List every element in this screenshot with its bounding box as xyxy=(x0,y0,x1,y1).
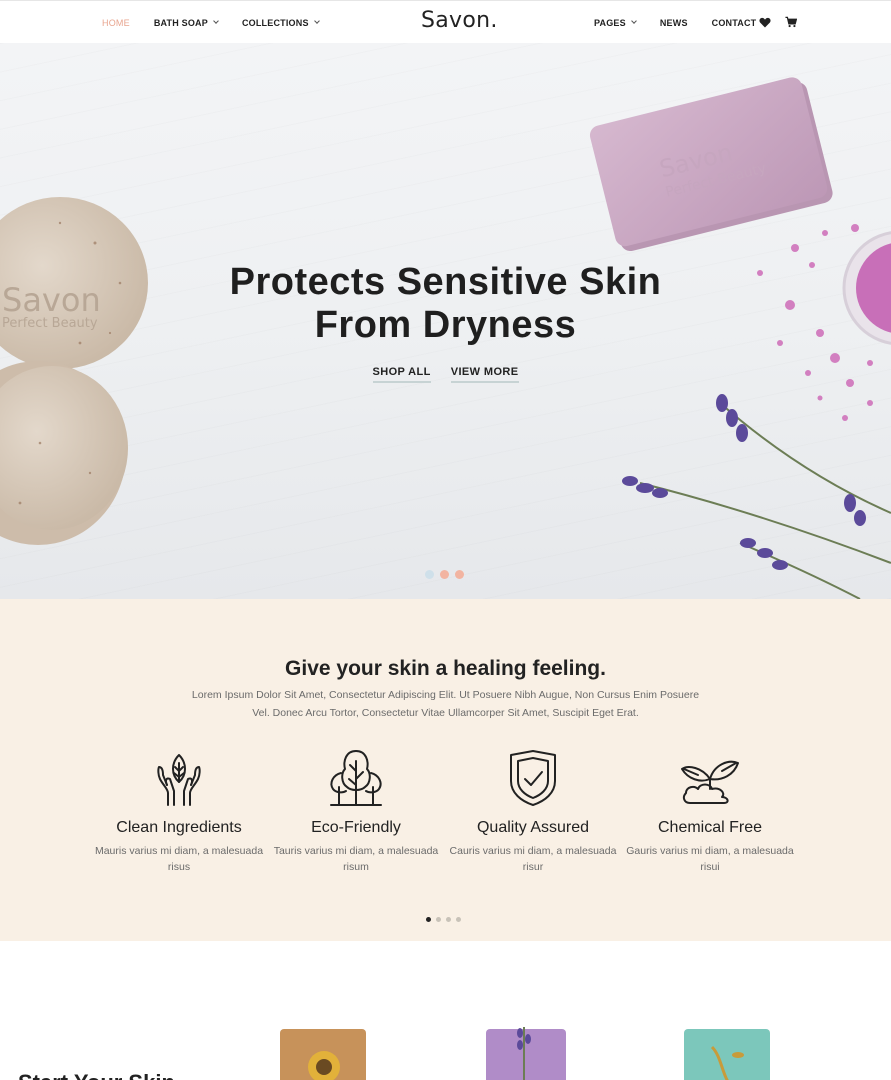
shield-check-icon xyxy=(510,750,556,806)
primary-nav-left: HOME BATH SOAP COLLECTIONS xyxy=(102,1,343,44)
chevron-down-icon xyxy=(631,18,637,24)
nav-collections[interactable]: COLLECTIONS xyxy=(241,17,320,28)
feature-text-line1: Tauris varius mi diam, a malesuada xyxy=(273,845,439,857)
feature-text-line1: Mauris varius mi diam, a malesuada xyxy=(94,845,264,857)
products-section: Start Your Skin xyxy=(0,941,891,1080)
shop-all-link[interactable]: SHOP ALL xyxy=(372,366,431,383)
nav-pages-label: PAGES xyxy=(594,17,626,28)
feature-text: Gauris varius mi diam, a malesuada risui xyxy=(622,843,798,875)
nav-contact[interactable]: CONTACT xyxy=(712,18,757,28)
hero-title-line1: Protects Sensitive Skin xyxy=(229,261,662,303)
mint-soap-image xyxy=(684,1029,770,1080)
feature-text-line2: risur xyxy=(522,861,544,873)
feature-text: Cauris varius mi diam, a malesuada risur xyxy=(445,843,621,875)
features-dot-2[interactable] xyxy=(436,917,441,922)
product-card[interactable] xyxy=(484,1025,576,1080)
feature-title: Quality Assured xyxy=(476,819,590,836)
feature-eco-friendly: Eco-Friendly Tauris varius mi diam, a ma… xyxy=(268,749,444,875)
features-section: Give your skin a healing feeling. Lorem … xyxy=(0,599,891,941)
feature-clean-ingredients: Clean Ingredients Mauris varius mi diam,… xyxy=(91,749,267,875)
features-dot-1[interactable] xyxy=(426,917,431,922)
heart-icon xyxy=(759,17,771,27)
lilac-soap-image: Savon Perfect Beauty xyxy=(589,77,833,252)
slider-pagination xyxy=(425,570,464,579)
features-dot-4[interactable] xyxy=(456,917,461,922)
slide-dot-2[interactable] xyxy=(440,570,449,579)
feature-text-line2: risui xyxy=(700,861,720,873)
site-logo[interactable]: Savon. xyxy=(421,8,498,33)
lavender-sprig-image xyxy=(622,394,891,599)
feature-text: Mauris varius mi diam, a malesuada risus xyxy=(91,843,267,875)
site-header: HOME BATH SOAP COLLECTIONS Savon. PAGES … xyxy=(0,0,891,43)
feature-text-line2: risus xyxy=(167,861,191,873)
feature-text-line1: Cauris varius mi diam, a malesuada xyxy=(449,845,617,857)
header-actions xyxy=(759,15,797,29)
trees-icon xyxy=(330,750,382,806)
chevron-down-icon xyxy=(213,18,219,24)
feature-text-line2: risum xyxy=(343,861,369,873)
wishlist-button[interactable] xyxy=(759,15,771,29)
nav-news[interactable]: NEWS xyxy=(660,18,688,28)
sunflower-soap-image xyxy=(267,1029,366,1080)
hero-title-line2: From Dryness xyxy=(314,304,577,346)
nav-bath-soap-label: BATH SOAP xyxy=(153,17,208,28)
features-intro-line1: Lorem Ipsum Dolor Sit Amet, Consectetur … xyxy=(191,689,700,701)
feature-chemical-free: Chemical Free Gauris varius mi diam, a m… xyxy=(622,749,798,875)
nav-home[interactable]: HOME xyxy=(102,18,130,28)
product-card[interactable] xyxy=(682,1027,774,1080)
cloud-leaves-icon xyxy=(681,760,739,804)
feature-text-line1: Gauris varius mi diam, a malesuada xyxy=(626,845,794,857)
features-intro: Lorem Ipsum Dolor Sit Amet, Consectetur … xyxy=(180,686,711,722)
features-dot-3[interactable] xyxy=(446,917,451,922)
nav-news-label: NEWS xyxy=(659,17,688,28)
nav-pages[interactable]: PAGES xyxy=(594,17,637,28)
feature-title: Clean Ingredients xyxy=(116,819,242,836)
features-intro-line2: Vel. Donec Arcu Tortor, Consectetur Vita… xyxy=(252,707,639,719)
feature-title: Eco-Friendly xyxy=(311,819,401,836)
nav-home-label: HOME xyxy=(102,17,130,28)
slide-dot-3[interactable] xyxy=(455,570,464,579)
feature-text: Tauris varius mi diam, a malesuada risum xyxy=(268,843,444,875)
feature-quality-assured: Quality Assured Cauris varius mi diam, a… xyxy=(445,749,621,875)
cart-icon xyxy=(785,16,797,28)
nav-collections-label: COLLECTIONS xyxy=(241,17,309,28)
feature-title: Chemical Free xyxy=(657,819,763,836)
hands-leaf-icon xyxy=(157,754,201,806)
chevron-down-icon xyxy=(313,18,320,24)
hero-title: Protects Sensitive Skin From Dryness xyxy=(0,261,891,347)
nav-contact-label: CONTACT xyxy=(711,17,757,28)
lavender-soap-image xyxy=(486,1025,566,1080)
features-pagination xyxy=(426,917,461,922)
primary-nav-right: PAGES NEWS CONTACT xyxy=(594,1,780,44)
product-card[interactable] xyxy=(267,1027,370,1080)
features-heading: Give your skin a healing feeling. xyxy=(285,657,606,680)
hero-actions: SHOP ALL VIEW MORE xyxy=(0,366,891,383)
view-more-link[interactable]: VIEW MORE xyxy=(450,366,519,383)
products-heading: Start Your Skin xyxy=(18,1070,175,1080)
nav-bath-soap[interactable]: BATH SOAP xyxy=(153,17,219,28)
cart-button[interactable] xyxy=(785,15,797,29)
hero-slider: Savon Perfect Beauty Savon Perfect Beaut… xyxy=(0,43,891,599)
slide-dot-1[interactable] xyxy=(425,570,434,579)
